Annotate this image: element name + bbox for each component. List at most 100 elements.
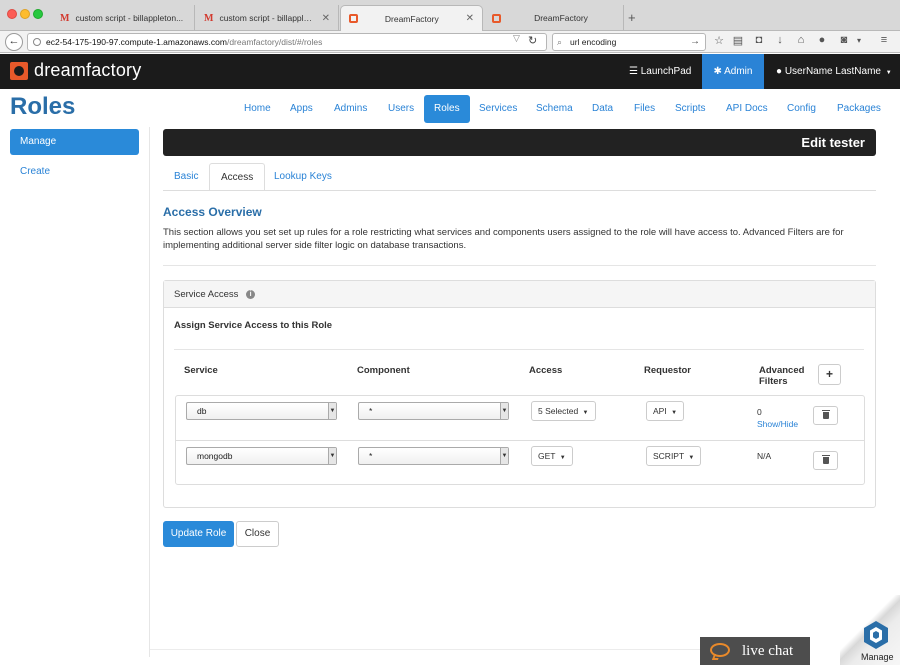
section-divider [163, 265, 876, 266]
footer-divider [150, 649, 710, 650]
list-icon: ☰ [629, 66, 638, 77]
nav-users[interactable]: Users [378, 95, 424, 123]
tab-access[interactable]: Access [209, 163, 266, 191]
dreamfactory-logo-icon[interactable] [10, 62, 28, 80]
filters-count: 0 [757, 407, 762, 417]
nav-services[interactable]: Services [469, 95, 527, 123]
tab-basic[interactable]: Basic [163, 163, 209, 191]
show-hide-link[interactable]: Show/Hide [757, 419, 798, 429]
column-access: Access [529, 365, 563, 376]
chevron-down-icon: ▼ [885, 70, 892, 76]
browser-tab-bar: M custom script - billappleton... M cust… [0, 0, 900, 31]
close-tab-icon[interactable]: ✕ [466, 13, 474, 24]
manage-hexagon-icon[interactable] [862, 620, 890, 650]
caret-icon: ▼ [582, 410, 589, 416]
browser-tab-3[interactable]: DreamFactory ✕ [340, 5, 483, 31]
url-dropdown-icon[interactable]: ▽ [513, 33, 520, 44]
service-select[interactable]: db ▼ [186, 402, 337, 420]
close-window-button[interactable] [7, 9, 17, 19]
nav-files[interactable]: Files [624, 95, 665, 123]
service-access-panel: Service Access i Assign Service Access t… [163, 280, 876, 508]
live-chat-widget[interactable]: live chat [700, 637, 810, 665]
component-select[interactable]: * ▼ [358, 402, 509, 420]
download-icon[interactable]: ↓ [772, 34, 788, 46]
zoom-window-button[interactable] [33, 9, 43, 19]
pocket-icon[interactable]: ◘ [751, 34, 767, 46]
chevron-down-icon: ▼ [500, 403, 508, 419]
row-divider [176, 440, 864, 441]
update-role-button[interactable]: Update Role [163, 521, 234, 547]
service-select[interactable]: mongodb ▼ [186, 447, 337, 465]
column-requestor: Requestor [644, 365, 691, 376]
sidebar: Manage Create [0, 127, 150, 657]
service-access-rows: db ▼ * ▼ 5 Selected ▼ API ▼ 0 Show/Hide … [175, 395, 865, 485]
gmail-icon: M [60, 12, 70, 24]
close-tab-icon[interactable]: ✕ [322, 13, 330, 24]
new-tab-icon[interactable]: + [628, 10, 636, 25]
nav-config[interactable]: Config [777, 95, 826, 123]
access-dropdown[interactable]: GET ▼ [531, 446, 573, 466]
nav-api-docs[interactable]: API Docs [716, 95, 778, 123]
back-arrow-icon[interactable]: ← [5, 33, 23, 51]
caret-icon: ▼ [688, 455, 695, 461]
brand-name[interactable]: dreamfactory [34, 60, 141, 81]
search-go-icon[interactable]: → [690, 34, 700, 50]
browser-tab-4[interactable]: DreamFactory [484, 5, 624, 31]
admin-button[interactable]: ✱ Admin [702, 54, 764, 89]
nav-roles[interactable]: Roles [424, 95, 470, 123]
add-service-access-button[interactable]: + [818, 364, 841, 385]
chevron-down-icon: ▼ [500, 448, 508, 464]
nav-scripts[interactable]: Scripts [665, 95, 716, 123]
home-icon[interactable]: ⌂ [793, 34, 809, 46]
nav-admins[interactable]: Admins [324, 95, 377, 123]
panel-subtitle: Assign Service Access to this Role [174, 320, 333, 331]
globe-icon [33, 38, 41, 46]
chevron-down-icon: ▼ [328, 448, 336, 464]
sidebar-item-create[interactable]: Create [10, 159, 139, 185]
nav-data[interactable]: Data [582, 95, 623, 123]
chat-icon[interactable]: ● [814, 34, 830, 46]
browser-tab-1[interactable]: M custom script - billappleton... [52, 5, 195, 31]
section-description: This section allows you set set up rules… [163, 227, 844, 251]
requestor-dropdown[interactable]: API ▼ [646, 401, 685, 421]
tab-lookup-keys[interactable]: Lookup Keys [263, 163, 343, 191]
url-bar[interactable]: ec2-54-175-190-97.compute-1.amazonaws.co… [27, 33, 547, 51]
access-dropdown[interactable]: 5 Selected ▼ [531, 401, 596, 421]
manage-label[interactable]: Manage [861, 652, 894, 662]
info-icon[interactable]: i [246, 289, 256, 299]
close-button[interactable]: Close [236, 521, 279, 547]
user-icon: ● [776, 66, 783, 77]
dreamfactory-icon [349, 14, 358, 23]
column-advanced-filters: Advanced Filters [759, 365, 805, 387]
search-value: url encoding [570, 37, 617, 47]
trash-icon [821, 455, 830, 464]
extension-dropdown-icon[interactable]: ▾ [851, 36, 867, 45]
launchpad-button[interactable]: ☰ LaunchPad [629, 54, 691, 89]
reload-icon[interactable]: ↻ [528, 34, 537, 47]
minimize-window-button[interactable] [20, 9, 30, 19]
nav-schema[interactable]: Schema [526, 95, 583, 123]
caret-icon: ▼ [671, 410, 678, 416]
chat-bubble-tail [711, 654, 721, 660]
requestor-dropdown[interactable]: SCRIPT ▼ [646, 446, 702, 466]
browser-tab-2[interactable]: M custom script - billappleton... ✕ [196, 5, 339, 31]
url-host: ec2-54-175-190-97.compute-1.amazonaws.co… [46, 37, 227, 47]
panel-header: Service Access i [164, 281, 875, 308]
extension-icon[interactable]: ◙ [836, 34, 852, 46]
gmail-icon: M [204, 12, 214, 24]
section-title: Access Overview [163, 205, 262, 219]
search-input[interactable]: ⌕ url encoding → [552, 33, 706, 51]
tabs-divider [163, 190, 876, 191]
sidebar-item-manage[interactable]: Manage [10, 129, 139, 155]
menu-icon[interactable]: ≡ [876, 34, 892, 46]
delete-row-button[interactable] [813, 406, 838, 425]
nav-packages[interactable]: Packages [827, 95, 891, 123]
delete-row-button[interactable] [813, 451, 838, 470]
reading-list-icon[interactable]: ▤ [730, 34, 746, 47]
nav-apps[interactable]: Apps [280, 95, 323, 123]
user-menu-button[interactable]: ● UserName LastName ▼ [776, 54, 892, 89]
panel-divider [174, 349, 864, 350]
bookmark-star-icon[interactable]: ☆ [711, 34, 727, 47]
nav-home[interactable]: Home [234, 95, 281, 123]
component-select[interactable]: * ▼ [358, 447, 509, 465]
